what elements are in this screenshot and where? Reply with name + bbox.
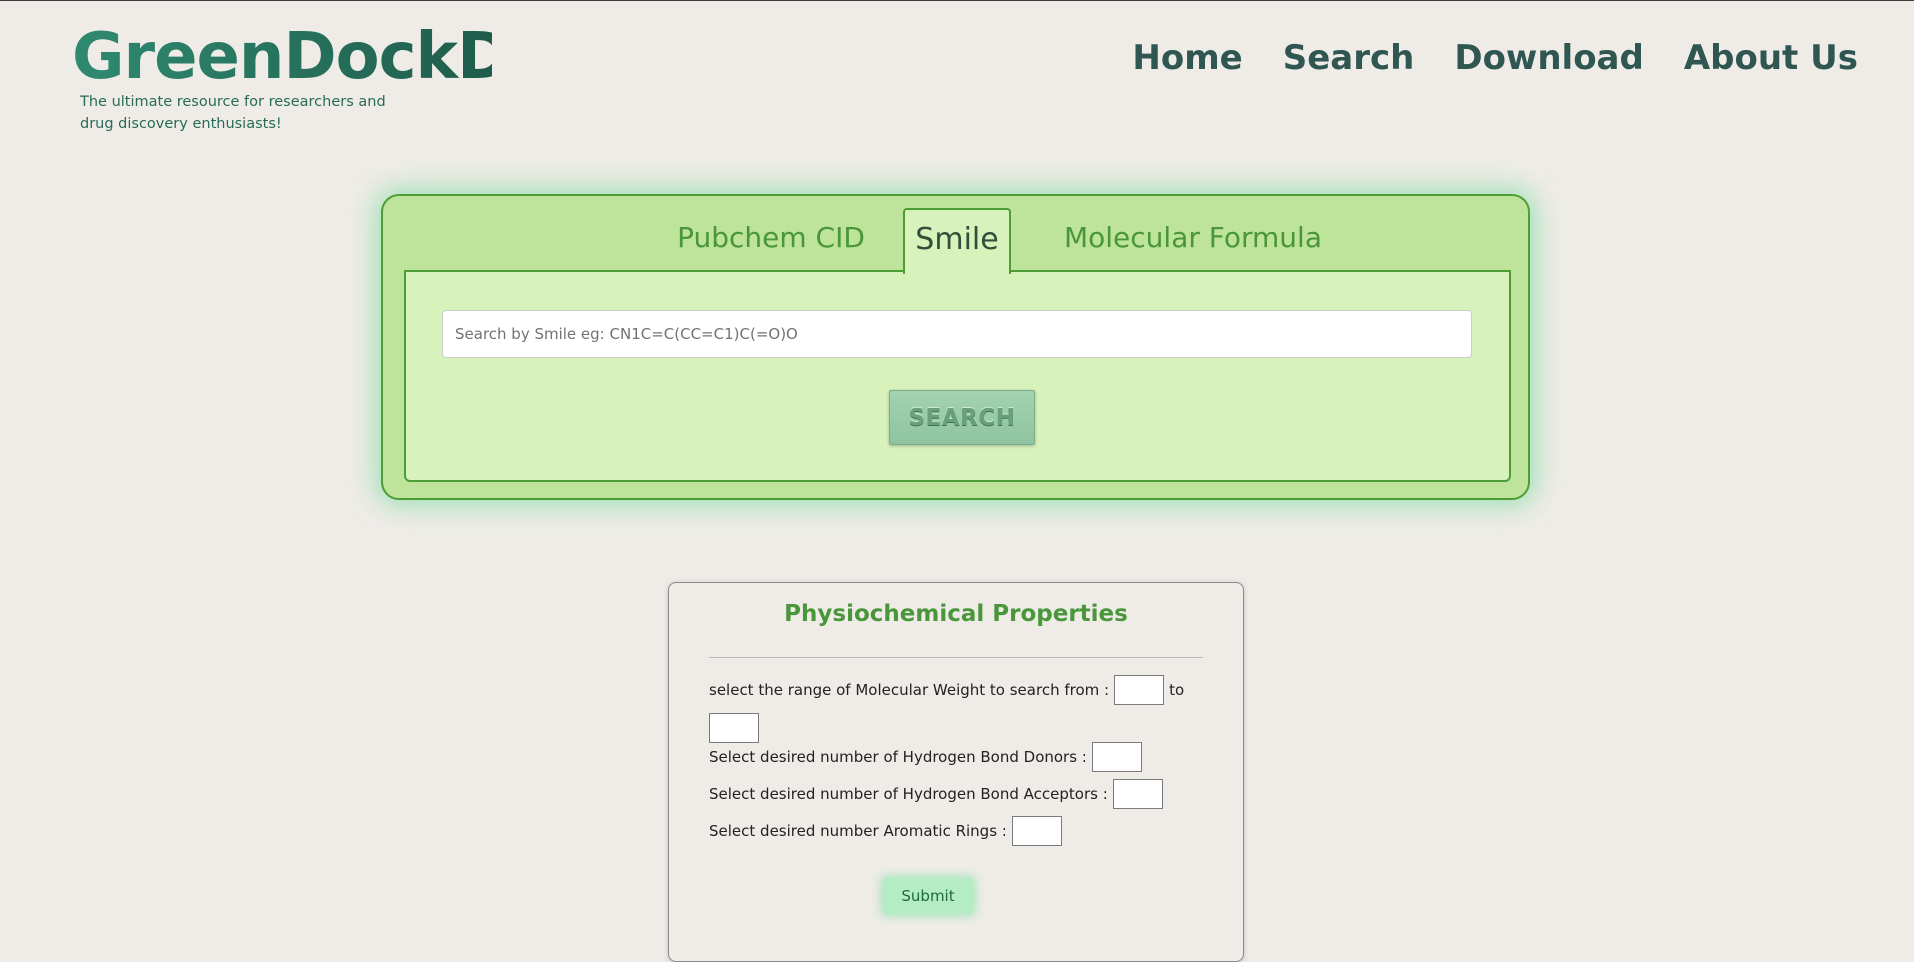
search-panel: Pubchem CID Smile Molecular Formula SEAR… [381, 194, 1530, 500]
properties-title: Physiochemical Properties [784, 601, 1128, 627]
molecular-weight-row: select the range of Molecular Weight to … [709, 675, 1184, 705]
hbd-row: Select desired number of Hydrogen Bond D… [709, 742, 1142, 772]
hbd-input[interactable] [1091, 742, 1142, 772]
nav-about-us[interactable]: About Us [1684, 35, 1858, 81]
tab-pubchem-cid[interactable]: Pubchem CID [645, 208, 897, 272]
physiochemical-properties-card: Physiochemical Properties select the ran… [668, 582, 1244, 962]
tab-molecular-formula[interactable]: Molecular Formula [1033, 208, 1353, 272]
smile-search-input[interactable] [442, 310, 1472, 358]
search-tabs: Pubchem CID Smile Molecular Formula [383, 208, 1528, 274]
brand: GreenDockDB The ultimate resource for re… [72, 19, 558, 135]
aromatic-rings-label: Select desired number Aromatic Rings : [709, 822, 1007, 840]
aromatic-rings-input[interactable] [1011, 816, 1062, 846]
molecular-weight-to-input[interactable] [709, 713, 759, 743]
submit-button[interactable]: Submit [883, 878, 973, 914]
molecular-weight-label: select the range of Molecular Weight to … [709, 681, 1110, 699]
molecular-weight-to-row [709, 713, 759, 743]
hbd-label: Select desired number of Hydrogen Bond D… [709, 748, 1087, 766]
hba-label: Select desired number of Hydrogen Bond A… [709, 785, 1108, 803]
nav-home[interactable]: Home [1132, 35, 1242, 81]
properties-divider [709, 657, 1203, 658]
site-title[interactable]: GreenDockDB [72, 19, 558, 95]
tab-smile[interactable]: Smile [903, 208, 1011, 274]
aromatic-rings-row: Select desired number Aromatic Rings : [709, 816, 1062, 846]
nav-download[interactable]: Download [1454, 35, 1644, 81]
site-tagline: The ultimate resource for researchers an… [80, 94, 386, 132]
molecular-weight-from-input[interactable] [1114, 675, 1165, 705]
smile-tab-content: SEARCH [404, 270, 1511, 482]
hba-row: Select desired number of Hydrogen Bond A… [709, 779, 1163, 809]
hba-input[interactable] [1112, 779, 1163, 809]
nav-search[interactable]: Search [1283, 35, 1415, 81]
molecular-weight-to-label: to [1169, 681, 1185, 699]
main-nav: Home Search Download About Us [1132, 35, 1858, 81]
search-button[interactable]: SEARCH [889, 390, 1035, 445]
